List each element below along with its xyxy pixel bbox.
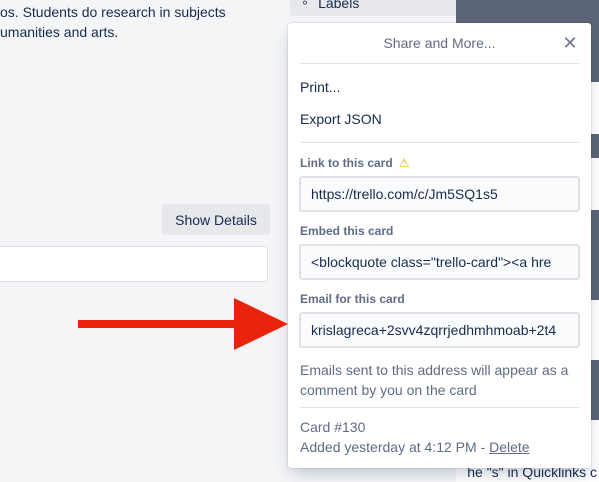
email-field[interactable]: krislagreca+2svv4zqrrjedhmhmoab+2t4: [299, 312, 580, 348]
card-detail-background: [0, 0, 290, 482]
tag-icon: ⚬: [300, 0, 311, 10]
card-description: os. Students do research in subjects uma…: [0, 2, 226, 42]
link-label-text: Link to this card: [300, 156, 393, 170]
link-label: Link to this card ⚠: [300, 156, 409, 170]
labels-button-label: Labels: [318, 0, 360, 11]
comment-input[interactable]: [0, 246, 268, 282]
delete-link[interactable]: Delete: [489, 439, 529, 455]
print-menu-item[interactable]: Print...: [300, 79, 340, 95]
labels-button[interactable]: ⚬ Labels: [290, 0, 456, 16]
description-line-1: os. Students do research in subjects: [0, 4, 226, 20]
description-line-2: umanities and arts.: [0, 24, 119, 40]
show-details-button[interactable]: Show Details: [162, 204, 270, 235]
divider: [300, 142, 579, 143]
added-info: Added yesterday at 4:12 PM - Delete: [300, 439, 530, 455]
popover-title: Share and More...: [383, 35, 496, 51]
added-text: Added yesterday at 4:12 PM -: [300, 439, 490, 455]
warning-icon: ⚠: [398, 156, 410, 170]
link-field[interactable]: https://trello.com/c/Jm5SQ1s5: [299, 176, 580, 212]
embed-label: Embed this card: [300, 224, 394, 238]
email-hint: Emails sent to this address will appear …: [300, 362, 569, 398]
share-popover: Share and More... ✕ Print... Export JSON…: [288, 23, 591, 468]
card-number: Card #130: [300, 419, 366, 435]
email-label: Email for this card: [300, 292, 405, 306]
export-json-menu-item[interactable]: Export JSON: [300, 111, 382, 127]
red-arrow-annotation: [78, 298, 288, 350]
embed-field[interactable]: <blockquote class="trello-card"><a hre: [299, 244, 580, 280]
divider: [300, 407, 579, 408]
close-icon[interactable]: ✕: [559, 32, 581, 54]
popover-header: Share and More... ✕: [300, 23, 579, 64]
